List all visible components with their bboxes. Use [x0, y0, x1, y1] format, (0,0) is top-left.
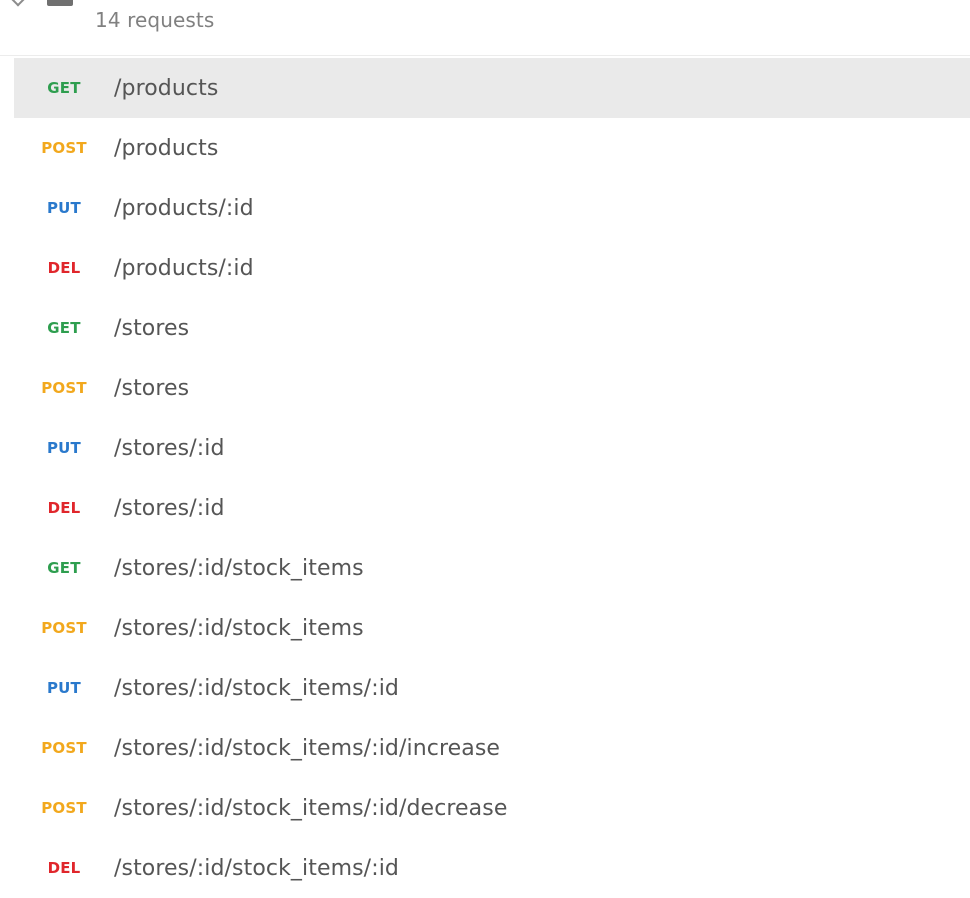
method-badge: POST — [41, 379, 87, 397]
request-path: /products/:id — [114, 255, 254, 281]
request-row[interactable]: POST /stores/:id/stock_items/:id/increas… — [14, 718, 970, 778]
folder-icon — [47, 0, 73, 6]
chevron-down-icon[interactable] — [9, 0, 27, 7]
method-badge: PUT — [46, 199, 81, 217]
request-row[interactable]: PUT /stores/:id — [14, 418, 970, 478]
request-path: /products — [114, 135, 219, 161]
request-path: /products/:id — [114, 195, 254, 221]
method-badge: POST — [41, 619, 87, 637]
request-row[interactable]: GET /stores/:id/stock_items — [14, 538, 970, 598]
collection-header: 14 requests — [0, 0, 970, 56]
request-path: /stores/:id/stock_items/:id — [114, 675, 399, 701]
request-path: /stores/:id — [114, 435, 225, 461]
request-row[interactable]: POST /products — [14, 118, 970, 178]
method-badge: DEL — [47, 259, 81, 277]
request-row[interactable]: GET /products — [14, 58, 970, 118]
request-row[interactable]: POST /stores/:id/stock_items — [14, 598, 970, 658]
request-path: /stores — [114, 375, 190, 401]
method-badge: PUT — [46, 679, 81, 697]
method-badge: DEL — [47, 859, 81, 877]
method-badge: GET — [47, 319, 81, 337]
request-path: /stores/:id — [114, 495, 225, 521]
method-badge: GET — [47, 559, 81, 577]
request-path: /products — [114, 75, 219, 101]
request-row[interactable]: POST /stores/:id/stock_items/:id/decreas… — [14, 778, 970, 838]
method-badge: DEL — [47, 499, 81, 517]
request-row[interactable]: DEL /products/:id — [14, 238, 970, 298]
request-row[interactable]: DEL /stores/:id — [14, 478, 970, 538]
request-path: /stores/:id/stock_items/:id/increase — [114, 735, 501, 761]
request-path: /stores/:id/stock_items — [114, 615, 364, 641]
request-count: 14 requests — [95, 8, 215, 32]
request-path: /stores/:id/stock_items/:id/decrease — [114, 795, 508, 821]
request-row[interactable]: PUT /stores/:id/stock_items/:id — [14, 658, 970, 718]
request-row[interactable]: GET /stores — [14, 298, 970, 358]
request-row[interactable]: PUT /products/:id — [14, 178, 970, 238]
request-path: /stores — [114, 315, 190, 341]
method-badge: POST — [41, 739, 87, 757]
request-list: GET /products POST /products PUT /produc… — [14, 58, 970, 898]
request-path: /stores/:id/stock_items — [114, 555, 364, 581]
method-badge: POST — [41, 139, 87, 157]
request-row[interactable]: DEL /stores/:id/stock_items/:id — [14, 838, 970, 898]
method-badge: GET — [47, 79, 81, 97]
request-row[interactable]: POST /stores — [14, 358, 970, 418]
method-badge: POST — [41, 799, 87, 817]
request-path: /stores/:id/stock_items/:id — [114, 855, 399, 881]
method-badge: PUT — [46, 439, 81, 457]
